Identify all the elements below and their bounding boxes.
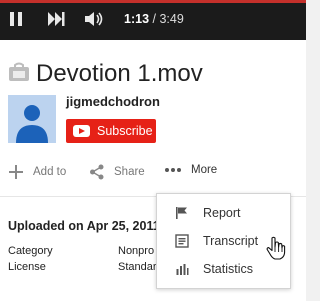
- duration: 3:49: [159, 12, 184, 26]
- youtube-play-icon: [73, 125, 90, 137]
- menu-item-label: Transcript: [203, 234, 259, 248]
- category-label: Category: [8, 245, 53, 257]
- channel-name[interactable]: jigmedchodron: [66, 94, 160, 109]
- plus-icon: [9, 165, 23, 179]
- video-info-card: Devotion 1.mov jigmedchodron Subscribe A…: [0, 40, 306, 196]
- current-time: 1:13: [124, 12, 150, 26]
- pause-icon[interactable]: [9, 11, 23, 32]
- time-separator: /: [149, 12, 160, 26]
- share-icon: [90, 164, 104, 180]
- flag-icon: [176, 207, 187, 219]
- menu-item-report[interactable]: Report: [157, 199, 290, 227]
- channel-avatar[interactable]: [8, 95, 56, 143]
- private-lock-icon: [8, 62, 30, 87]
- add-to-label: Add to: [33, 166, 67, 178]
- time-display: 1:13 / 3:49: [124, 12, 184, 26]
- statistics-icon: [176, 264, 189, 275]
- menu-item-label: Statistics: [203, 262, 254, 276]
- share-button[interactable]: Share: [89, 164, 145, 180]
- more-dots-icon: [165, 168, 181, 172]
- volume-icon[interactable]: [84, 11, 104, 32]
- video-player-controls: 1:13 / 3:49: [0, 0, 306, 40]
- progress-bar[interactable]: [0, 0, 306, 3]
- transcript-icon: [175, 234, 189, 248]
- menu-item-label: Report: [203, 206, 241, 220]
- category-value[interactable]: Nonpro: [118, 245, 154, 257]
- license-label: License: [8, 261, 46, 273]
- title-row: Devotion 1.mov: [8, 60, 203, 88]
- license-value: Standar: [118, 261, 157, 273]
- share-label: Share: [114, 166, 145, 178]
- more-label: More: [191, 164, 218, 176]
- subscribe-label: Subscribe: [97, 124, 153, 138]
- subscribe-button[interactable]: Subscribe: [66, 119, 156, 143]
- video-title: Devotion 1.mov: [36, 60, 203, 87]
- add-to-button[interactable]: Add to: [8, 164, 66, 180]
- hand-cursor-icon: [266, 236, 286, 265]
- upload-date: Uploaded on Apr 25, 2011: [8, 219, 160, 233]
- next-icon[interactable]: [47, 11, 65, 32]
- more-button[interactable]: More: [164, 164, 217, 176]
